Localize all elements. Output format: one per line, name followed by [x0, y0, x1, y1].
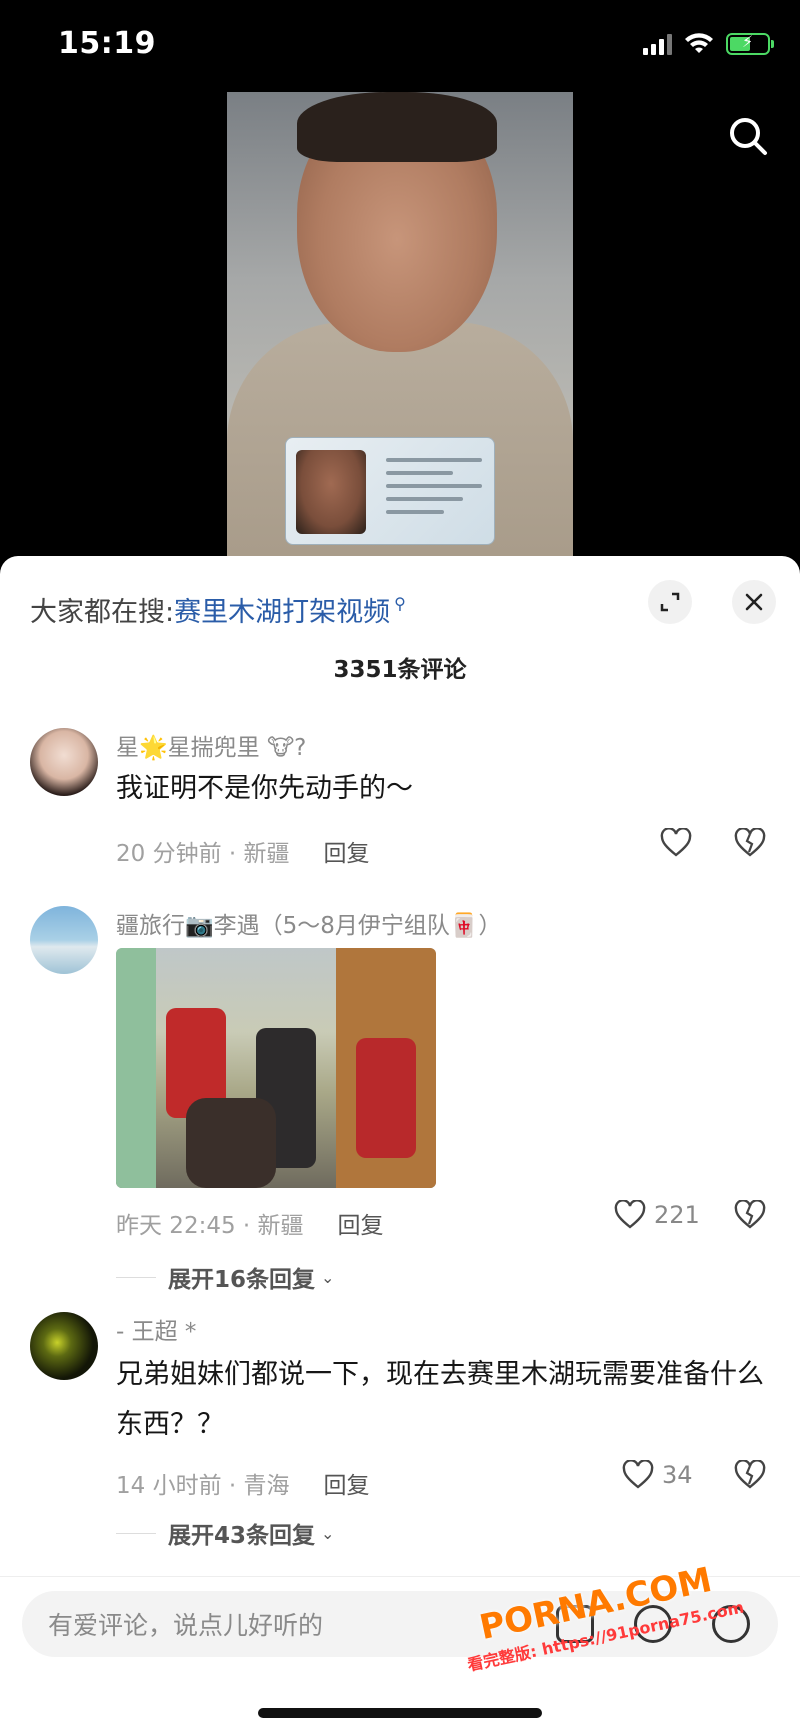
broken-heart-icon: [734, 827, 766, 857]
like-button[interactable]: 34: [622, 1460, 693, 1490]
comment-text: 我证明不是你先动手的～: [116, 773, 413, 804]
avatar[interactable]: [30, 728, 98, 796]
status-time: 15:19: [58, 26, 156, 61]
chevron-down-icon: ⌄: [321, 1267, 335, 1287]
dislike-button[interactable]: [734, 827, 766, 862]
broken-heart-icon: [734, 1199, 766, 1229]
comment-username[interactable]: 星🌟星揣兜里 🐮?: [116, 728, 306, 762]
reply-button[interactable]: 回复: [324, 834, 370, 868]
expand-sheet-button[interactable]: [648, 580, 692, 624]
comments-header: 大家都在搜: 赛里木湖打架视频 ⚲ 3351条评论: [0, 556, 800, 706]
comment-input-placeholder: 有爱评论，说点儿好听的: [48, 1611, 324, 1640]
comment-meta: 14 小时前 · 青海 回复: [116, 1466, 370, 1500]
comment-time-location: 昨天 22:45 · 新疆: [116, 1213, 304, 1239]
comment-meta: 昨天 22:45 · 新疆 回复: [116, 1206, 384, 1240]
avatar[interactable]: [30, 906, 98, 974]
comment-count: 3351条评论: [333, 657, 467, 683]
search-button[interactable]: [724, 112, 772, 160]
heart-icon: [614, 1200, 646, 1229]
comment-item: 疆旅行📷李遇（5～8月伊宁组队🀄） 昨天 22:45 · 新疆 回复 221 展…: [0, 886, 800, 1293]
chevron-down-icon: ⌄: [321, 1523, 335, 1543]
expand-icon: [660, 592, 680, 612]
comment-image[interactable]: [116, 948, 436, 1188]
battery-icon: ⚡: [726, 32, 774, 55]
comment-username[interactable]: - 王超 *: [116, 1312, 196, 1346]
comment-item: 星🌟星揣兜里 🐮? 我证明不是你先动手的～ 20 分钟前 · 新疆 回复: [0, 706, 800, 867]
home-indicator: [258, 1708, 542, 1718]
like-button[interactable]: 221: [614, 1200, 700, 1230]
comments-sheet: 大家都在搜: 赛里木湖打架视频 ⚲ 3351条评论 星🌟星揣兜里 🐮? 我证明不…: [0, 556, 800, 1734]
video-player[interactable]: [227, 92, 573, 562]
search-icon: [730, 118, 767, 155]
expand-replies-label: 展开16条回复: [168, 1267, 316, 1293]
comment-text: 兄弟姐妹们都说一下，现在去赛里木湖玩需要准备什么东西？？: [116, 1359, 764, 1440]
reply-button[interactable]: 回复: [338, 1206, 384, 1240]
close-sheet-button[interactable]: [732, 580, 776, 624]
heart-icon: [660, 828, 692, 857]
dislike-button[interactable]: [734, 1199, 766, 1234]
hot-search-keyword[interactable]: 赛里木湖打架视频: [174, 590, 390, 629]
like-count: 221: [654, 1201, 700, 1229]
wifi-icon: [685, 33, 713, 53]
avatar[interactable]: [30, 1312, 98, 1380]
comment-time-location: 20 分钟前 · 新疆: [116, 841, 290, 867]
close-icon: [745, 593, 763, 611]
comment-meta: 20 分钟前 · 新疆 回复: [116, 834, 370, 868]
dislike-button[interactable]: [734, 1459, 766, 1494]
expand-replies-button[interactable]: 展开43条回复 ⌄: [116, 1516, 334, 1550]
like-button[interactable]: [660, 828, 700, 858]
status-icons: ⚡: [643, 32, 774, 56]
video-person-hair: [297, 92, 497, 162]
heart-icon: [622, 1460, 654, 1489]
comment-item: - 王超 * 兄弟姐妹们都说一下，现在去赛里木湖玩需要准备什么东西？？ 14 小…: [0, 1306, 800, 1606]
reply-button[interactable]: 回复: [324, 1466, 370, 1500]
expand-replies-button[interactable]: 展开16条回复 ⌄: [116, 1260, 334, 1294]
comment-time-location: 14 小时前 · 青海: [116, 1473, 290, 1499]
comment-username[interactable]: 疆旅行📷李遇（5～8月伊宁组队🀄）: [116, 906, 502, 940]
hot-search-link[interactable]: 大家都在搜: 赛里木湖打架视频 ⚲: [30, 590, 406, 629]
status-bar: 15:19 ⚡: [0, 0, 800, 96]
id-card-image: [285, 437, 495, 545]
like-count: 34: [662, 1461, 693, 1489]
signal-icon: [643, 33, 672, 55]
expand-replies-label: 展开43条回复: [168, 1523, 316, 1549]
hot-search-prefix: 大家都在搜:: [30, 597, 175, 628]
small-search-icon: ⚲: [394, 594, 406, 613]
broken-heart-icon: [734, 1459, 766, 1489]
